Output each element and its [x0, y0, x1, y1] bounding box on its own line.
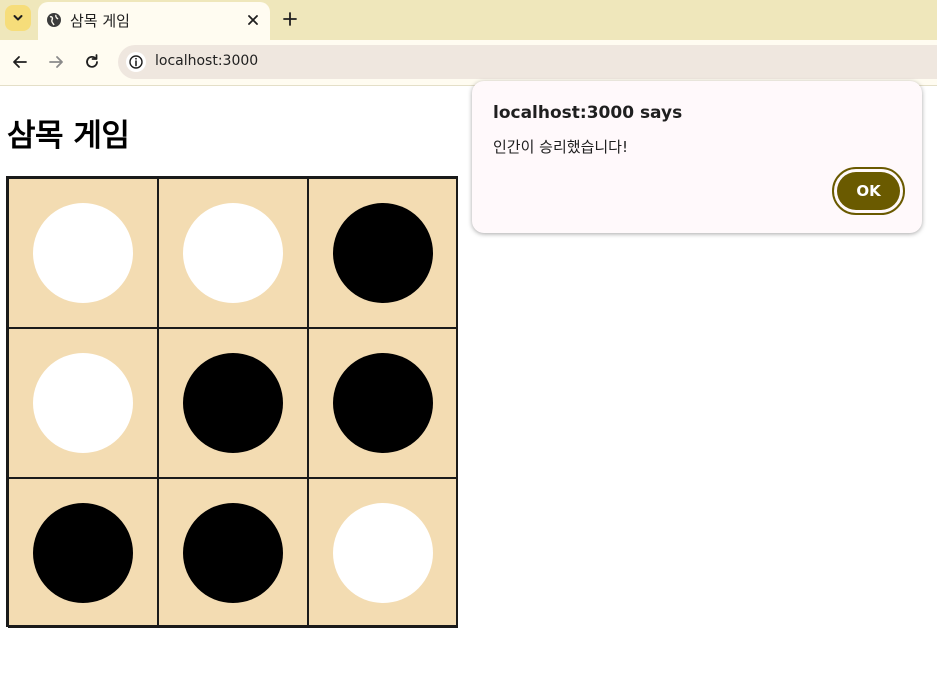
dialog-title: localhost:3000 says: [493, 103, 683, 123]
black-stone: [333, 203, 433, 303]
back-arrow-icon[interactable]: [10, 52, 30, 72]
tab-search-button[interactable]: [5, 5, 31, 31]
page-title: 삼목 게임: [7, 118, 130, 154]
board-cell-0[interactable]: [8, 178, 158, 328]
plus-icon[interactable]: [281, 10, 299, 28]
white-stone: [33, 203, 133, 303]
address-bar[interactable]: localhost:3000: [118, 45, 937, 79]
browser-toolbar: localhost:3000: [0, 40, 937, 86]
globe-icon: [47, 13, 61, 27]
board-cell-4[interactable]: [158, 328, 308, 478]
black-stone: [33, 503, 133, 603]
tab-title: 삼목 게임: [70, 12, 130, 30]
black-stone: [333, 353, 433, 453]
chevron-down-icon: [13, 15, 23, 21]
board-cell-1[interactable]: [158, 178, 308, 328]
black-stone: [183, 503, 283, 603]
active-tab[interactable]: 삼목 게임: [38, 2, 270, 40]
game-board: [6, 176, 458, 628]
reload-icon[interactable]: [82, 52, 102, 72]
board-cell-3[interactable]: [8, 328, 158, 478]
board-cell-7[interactable]: [158, 478, 308, 628]
alert-dialog: localhost:3000 says 인간이 승리했습니다! OK: [472, 81, 922, 233]
board-cell-2[interactable]: [308, 178, 458, 328]
black-stone: [183, 353, 283, 453]
board-cell-6[interactable]: [8, 478, 158, 628]
dialog-message: 인간이 승리했습니다!: [493, 138, 628, 156]
ok-button-focus-ring: OK: [832, 167, 905, 215]
forward-arrow-icon[interactable]: [46, 52, 66, 72]
tab-strip: 삼목 게임: [0, 0, 937, 40]
board-cell-8[interactable]: [308, 478, 458, 628]
white-stone: [33, 353, 133, 453]
url-text: localhost:3000: [155, 53, 259, 69]
white-stone: [333, 503, 433, 603]
close-icon[interactable]: [245, 12, 261, 28]
white-stone: [183, 203, 283, 303]
info-icon[interactable]: [126, 52, 146, 72]
ok-button[interactable]: OK: [837, 172, 900, 210]
board-cell-5[interactable]: [308, 328, 458, 478]
